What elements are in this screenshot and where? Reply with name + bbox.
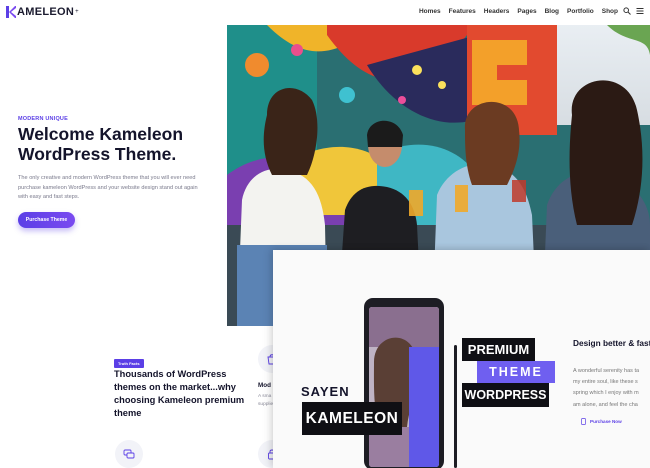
theme-tag: THEME	[477, 361, 555, 383]
stylus-pencil	[454, 345, 457, 468]
nav-pages[interactable]: Pages	[517, 8, 536, 15]
feature-title: Mod	[258, 382, 271, 389]
logo-sup: +	[75, 9, 79, 15]
wordpress-tag: WORDPRESS	[462, 383, 549, 407]
kameleon-tag: KAMELEON	[302, 402, 402, 435]
phone-screen-image	[369, 307, 439, 467]
chat-icon	[123, 449, 135, 459]
nav-blog[interactable]: Blog	[545, 8, 559, 15]
showcase-title: Design better & fasta enjoy the unique u…	[573, 338, 650, 348]
logo-text: AMELEON	[17, 6, 75, 18]
hero-title: Welcome Kameleon WordPress Theme.	[18, 124, 184, 164]
nav-headers[interactable]: Headers	[484, 8, 510, 15]
premium-tag: PREMIUM	[462, 338, 535, 361]
truth-facts-badge: Truth Facts	[114, 359, 144, 368]
sayen-label: SAYEN	[301, 384, 350, 399]
main-nav: Homes Features Headers Pages Blog Portfo…	[419, 8, 618, 15]
chat-icon-wrap	[115, 440, 143, 468]
hero-eyebrow: MODERN UNIQUE	[18, 116, 68, 122]
menu-icon[interactable]	[636, 7, 644, 15]
hero-description: The only creative and modern WordPress t…	[18, 175, 198, 201]
phone-icon	[581, 418, 586, 425]
purchase-now-label: Purchase Now	[590, 419, 622, 424]
logo[interactable]: AMELEON +	[6, 6, 79, 18]
logo-k-icon	[6, 6, 16, 18]
purchase-now-link[interactable]: Purchase Now	[580, 418, 622, 425]
showcase-text: A wonderful serenity has ta my entire so…	[573, 368, 640, 408]
nav-homes[interactable]: Homes	[419, 8, 441, 15]
search-icon[interactable]	[623, 7, 631, 15]
section-heading: Thousands of WordPress themes on the mar…	[114, 369, 245, 418]
nav-features[interactable]: Features	[449, 8, 476, 15]
nav-shop[interactable]: Shop	[602, 8, 618, 15]
showcase-card: SAYEN KAMELEON PREMIUM THEME WORDPRESS D…	[273, 250, 650, 468]
header: AMELEON + Homes Features Headers Pages B…	[0, 0, 650, 24]
nav-portfolio[interactable]: Portfolio	[567, 8, 594, 15]
purchase-theme-button[interactable]: Purchase Theme	[18, 212, 75, 228]
